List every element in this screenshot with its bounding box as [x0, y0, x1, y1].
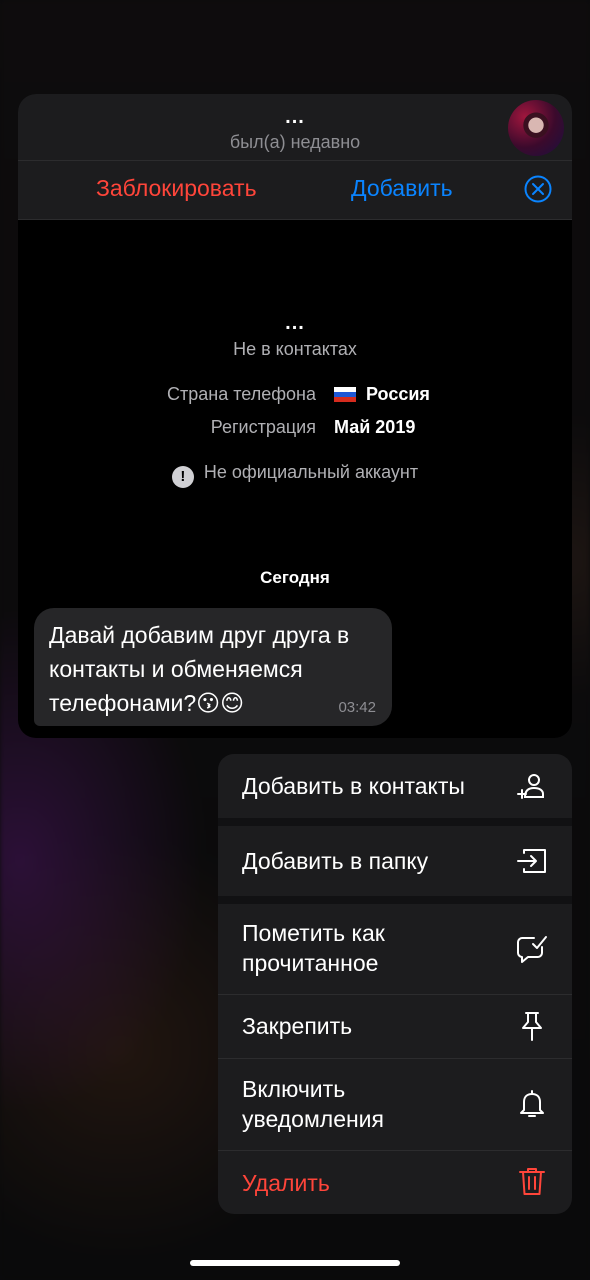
add-contact-button[interactable]: Добавить	[351, 175, 453, 202]
bell-icon	[520, 1090, 544, 1117]
country-key: Страна телефона	[167, 384, 316, 404]
warning-row: ! Не официальный аккаунт	[18, 462, 572, 488]
menu-item-add-contact[interactable]: Добавить в контакты	[218, 754, 572, 819]
message-bubble[interactable]: Давай добавим друг друга в контакты и об…	[34, 608, 392, 726]
date-divider: Сегодня	[260, 568, 330, 587]
close-icon[interactable]	[524, 175, 552, 203]
avatar[interactable]	[508, 100, 564, 156]
russia-flag-icon	[334, 387, 356, 402]
warning-text: Не официальный аккаунт	[203, 462, 419, 482]
country-value-wrap: Россия	[334, 384, 430, 405]
chat-header: ... был(а) недавно	[18, 94, 572, 161]
profile-info: ... Не в контактах	[18, 312, 572, 360]
menu-separator	[218, 896, 572, 904]
registration-value: Май 2019	[334, 417, 416, 437]
trash-icon	[519, 1168, 545, 1195]
context-menu: Добавить в контакты Добавить в папку Пом…	[218, 754, 572, 1214]
menu-item-mark-read[interactable]: Пометить как прочитанное	[218, 904, 572, 995]
folder-add-icon	[517, 849, 546, 873]
menu-item-label: Закрепить	[242, 1013, 353, 1039]
home-indicator[interactable]	[190, 1260, 400, 1266]
menu-item-enable-notifications[interactable]: Включить уведомления	[218, 1058, 572, 1151]
mark-read-icon	[517, 936, 547, 963]
chat-preview[interactable]: ... был(а) недавно Заблокировать Добавит…	[18, 94, 572, 738]
menu-item-label: Пометить как прочитанное	[242, 920, 385, 976]
block-button[interactable]: Заблокировать	[96, 175, 257, 202]
profile-name: ...	[285, 312, 305, 334]
contact-action-bar: Заблокировать Добавить	[18, 161, 572, 220]
country-value: Россия	[366, 384, 430, 404]
menu-item-label: Удалить	[242, 1170, 330, 1196]
add-contact-icon	[517, 774, 544, 799]
registration-key: Регистрация	[210, 417, 316, 437]
menu-separator	[218, 818, 572, 826]
menu-item-pin[interactable]: Закрепить	[218, 994, 572, 1059]
menu-item-delete[interactable]: Удалить	[218, 1150, 572, 1214]
menu-item-add-to-folder[interactable]: Добавить в папку	[218, 826, 572, 897]
menu-item-label: Включить уведомления	[242, 1076, 384, 1132]
menu-item-label: Добавить в контакты	[242, 773, 465, 799]
chat-title: ...	[285, 106, 305, 128]
exclamation-icon: !	[171, 466, 194, 488]
message-time: 03:42	[338, 699, 376, 716]
contact-status: Не в контактах	[233, 339, 357, 359]
pin-icon	[522, 1012, 542, 1041]
last-seen-status: был(а) недавно	[229, 132, 361, 152]
menu-item-label: Добавить в папку	[242, 848, 429, 874]
